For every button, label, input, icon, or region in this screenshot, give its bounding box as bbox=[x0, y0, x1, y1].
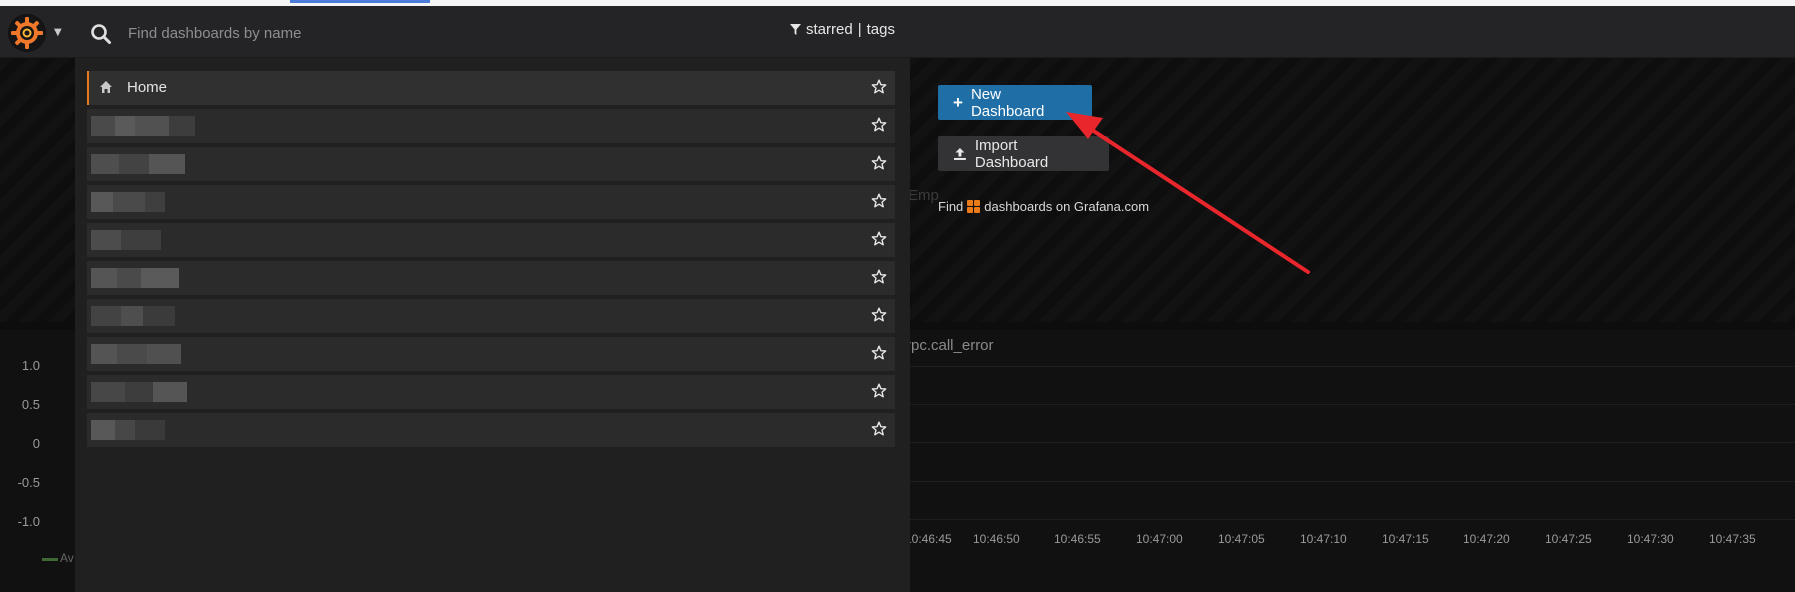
caret-down-icon: ▼ bbox=[54, 27, 62, 38]
grafana-window: Emp rpc.call_error 1.0 0.5 0 -0.5 -1.0 1… bbox=[0, 0, 1795, 592]
grid-icon bbox=[967, 200, 981, 213]
redacted-dashboard-name bbox=[91, 344, 181, 364]
redacted-dashboard-name bbox=[91, 420, 165, 440]
find-prefix: Find bbox=[938, 199, 964, 214]
dashboard-row[interactable] bbox=[87, 337, 895, 371]
redacted-dashboard-name bbox=[91, 154, 185, 174]
plus-icon: + bbox=[953, 93, 963, 112]
x-tick-label: 10:46:50 bbox=[973, 532, 1020, 546]
dashboard-list: Home bbox=[87, 71, 895, 451]
star-icon[interactable] bbox=[871, 117, 887, 133]
dashboard-search-results: Home bbox=[75, 58, 910, 592]
star-icon[interactable] bbox=[871, 79, 887, 95]
redacted-dashboard-name bbox=[91, 230, 161, 250]
star-icon[interactable] bbox=[871, 421, 887, 437]
x-tick-label: 10:47:05 bbox=[1218, 532, 1265, 546]
grafana-com-link[interactable]: Find dashboards on Grafana.com bbox=[938, 199, 1149, 214]
home-icon bbox=[100, 81, 112, 93]
star-icon[interactable] bbox=[871, 193, 887, 209]
dashboard-row[interactable] bbox=[87, 223, 895, 257]
x-tick-label: 10:47:20 bbox=[1463, 532, 1510, 546]
y-tick-label: 0 bbox=[32, 436, 40, 451]
browser-tab-accent bbox=[290, 0, 430, 3]
x-tick-label: 10:47:00 bbox=[1136, 532, 1183, 546]
redacted-dashboard-name bbox=[91, 116, 195, 136]
x-tick-label: 10:47:25 bbox=[1545, 532, 1592, 546]
star-icon[interactable] bbox=[871, 383, 887, 399]
import-dashboard-button[interactable]: Import Dashboard bbox=[938, 136, 1109, 171]
y-tick-label: 0.5 bbox=[21, 397, 40, 412]
x-tick-label: 10:47:35 bbox=[1709, 532, 1756, 546]
x-tick-label: 10:46:55 bbox=[1054, 532, 1101, 546]
dashboard-row[interactable] bbox=[87, 261, 895, 295]
dashboard-row[interactable] bbox=[87, 185, 895, 219]
dashboard-search-input[interactable] bbox=[128, 18, 648, 48]
star-icon[interactable] bbox=[871, 307, 887, 323]
dashboard-row-label: Home bbox=[127, 79, 168, 96]
dashboard-row[interactable] bbox=[87, 375, 895, 409]
star-icon[interactable] bbox=[871, 269, 887, 285]
star-icon[interactable] bbox=[871, 155, 887, 171]
redacted-dashboard-name bbox=[91, 382, 187, 402]
dashboard-row[interactable] bbox=[87, 147, 895, 181]
search-filters: starred | tags bbox=[790, 21, 895, 38]
grafana-menu-button[interactable]: ▼ bbox=[8, 14, 66, 52]
redacted-dashboard-name bbox=[91, 192, 165, 212]
y-tick-label: 1.0 bbox=[21, 358, 40, 373]
filter-separator: | bbox=[857, 21, 862, 38]
y-tick-label: -0.5 bbox=[17, 475, 40, 490]
dashboard-row[interactable] bbox=[87, 413, 895, 447]
dashboard-row-home[interactable]: Home bbox=[87, 71, 895, 105]
redacted-dashboard-name bbox=[91, 268, 179, 288]
dashboard-row[interactable] bbox=[87, 299, 895, 333]
legend-series-label[interactable]: Av bbox=[60, 551, 74, 565]
x-tick-label: 10:47:15 bbox=[1382, 532, 1429, 546]
x-tick-label: 10:46:45 bbox=[905, 532, 952, 546]
graph-gridline bbox=[910, 519, 1795, 520]
new-dashboard-label: New Dashboard bbox=[970, 85, 1045, 120]
new-dashboard-button[interactable]: + New Dashboard bbox=[938, 85, 1092, 120]
grafana-logo-icon bbox=[8, 14, 46, 52]
find-suffix: dashboards on Grafana.com bbox=[984, 199, 1150, 214]
star-icon[interactable] bbox=[871, 231, 887, 247]
background-ghost-text: Emp bbox=[908, 187, 939, 204]
top-navbar: ▼ starred | tags bbox=[0, 6, 1795, 58]
x-tick-label: 10:47:10 bbox=[1300, 532, 1347, 546]
dashboard-row[interactable] bbox=[87, 109, 895, 143]
search-icon bbox=[91, 24, 111, 44]
x-tick-label: 10:47:30 bbox=[1627, 532, 1674, 546]
graph-gridline bbox=[910, 481, 1795, 482]
star-icon[interactable] bbox=[871, 345, 887, 361]
import-dashboard-label: Import Dashboard bbox=[974, 136, 1049, 171]
graph-gridline bbox=[910, 404, 1795, 405]
redacted-dashboard-name bbox=[91, 306, 175, 326]
graph-gridline bbox=[910, 442, 1795, 443]
filter-starred[interactable]: starred bbox=[806, 21, 853, 38]
upload-icon bbox=[953, 147, 966, 160]
legend-series-swatch bbox=[42, 558, 58, 561]
filter-tags[interactable]: tags bbox=[867, 21, 895, 38]
graph-panel-title: rpc.call_error bbox=[906, 337, 994, 354]
y-tick-label: -1.0 bbox=[17, 514, 40, 529]
graph-gridline bbox=[910, 366, 1795, 367]
filter-icon bbox=[790, 24, 801, 35]
